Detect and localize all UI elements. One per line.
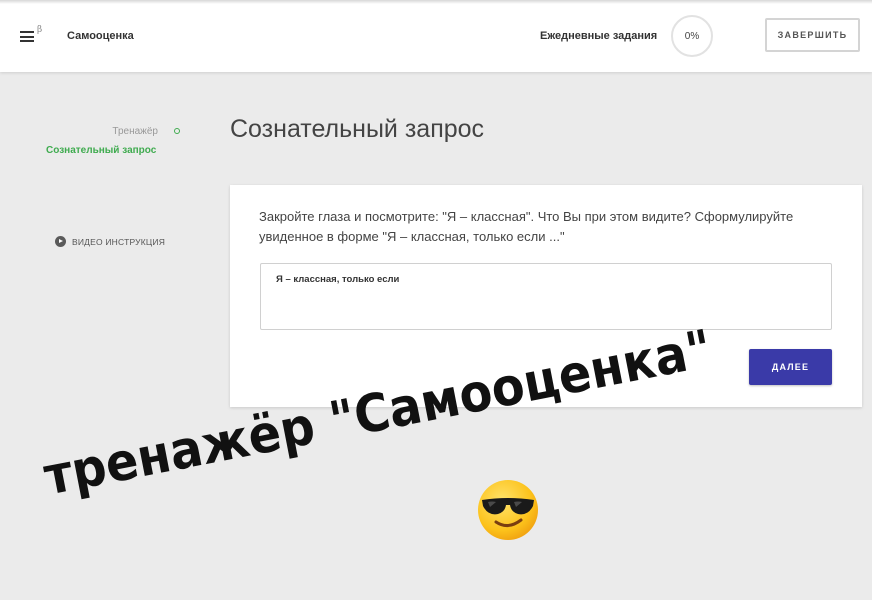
progress-indicator: 0% [671, 15, 713, 57]
question-text: Закройте глаза и посмотрите: "Я – классн… [259, 209, 794, 244]
beta-badge: β [37, 25, 43, 35]
sunglasses-emoji-icon [478, 480, 538, 540]
answer-input[interactable]: Я – классная, только если [260, 263, 832, 330]
app-title: Самооценка [67, 30, 134, 42]
page-title: Сознательный запрос [230, 115, 485, 143]
progress-value: 0% [684, 30, 700, 42]
finish-button[interactable]: ЗАВЕРШИТЬ [765, 18, 860, 52]
top-bar: β Самооценка Ежедневные задания 0% ЗАВЕР… [0, 0, 872, 72]
step-dot-icon [174, 128, 180, 134]
hamburger-menu-icon[interactable] [20, 31, 34, 42]
step-current[interactable]: Сознательный запрос [46, 145, 156, 156]
daily-tasks-link[interactable]: Ежедневные задания [540, 30, 657, 42]
play-circle-icon [55, 236, 66, 247]
next-button[interactable]: ДАЛЕЕ [749, 349, 832, 385]
step-trainer[interactable]: Тренажёр [40, 126, 158, 137]
video-instruction-label: ВИДЕО ИНСТРУКЦИЯ [72, 236, 166, 247]
video-instruction-link[interactable]: ВИДЕО ИНСТРУКЦИЯ [55, 236, 165, 247]
